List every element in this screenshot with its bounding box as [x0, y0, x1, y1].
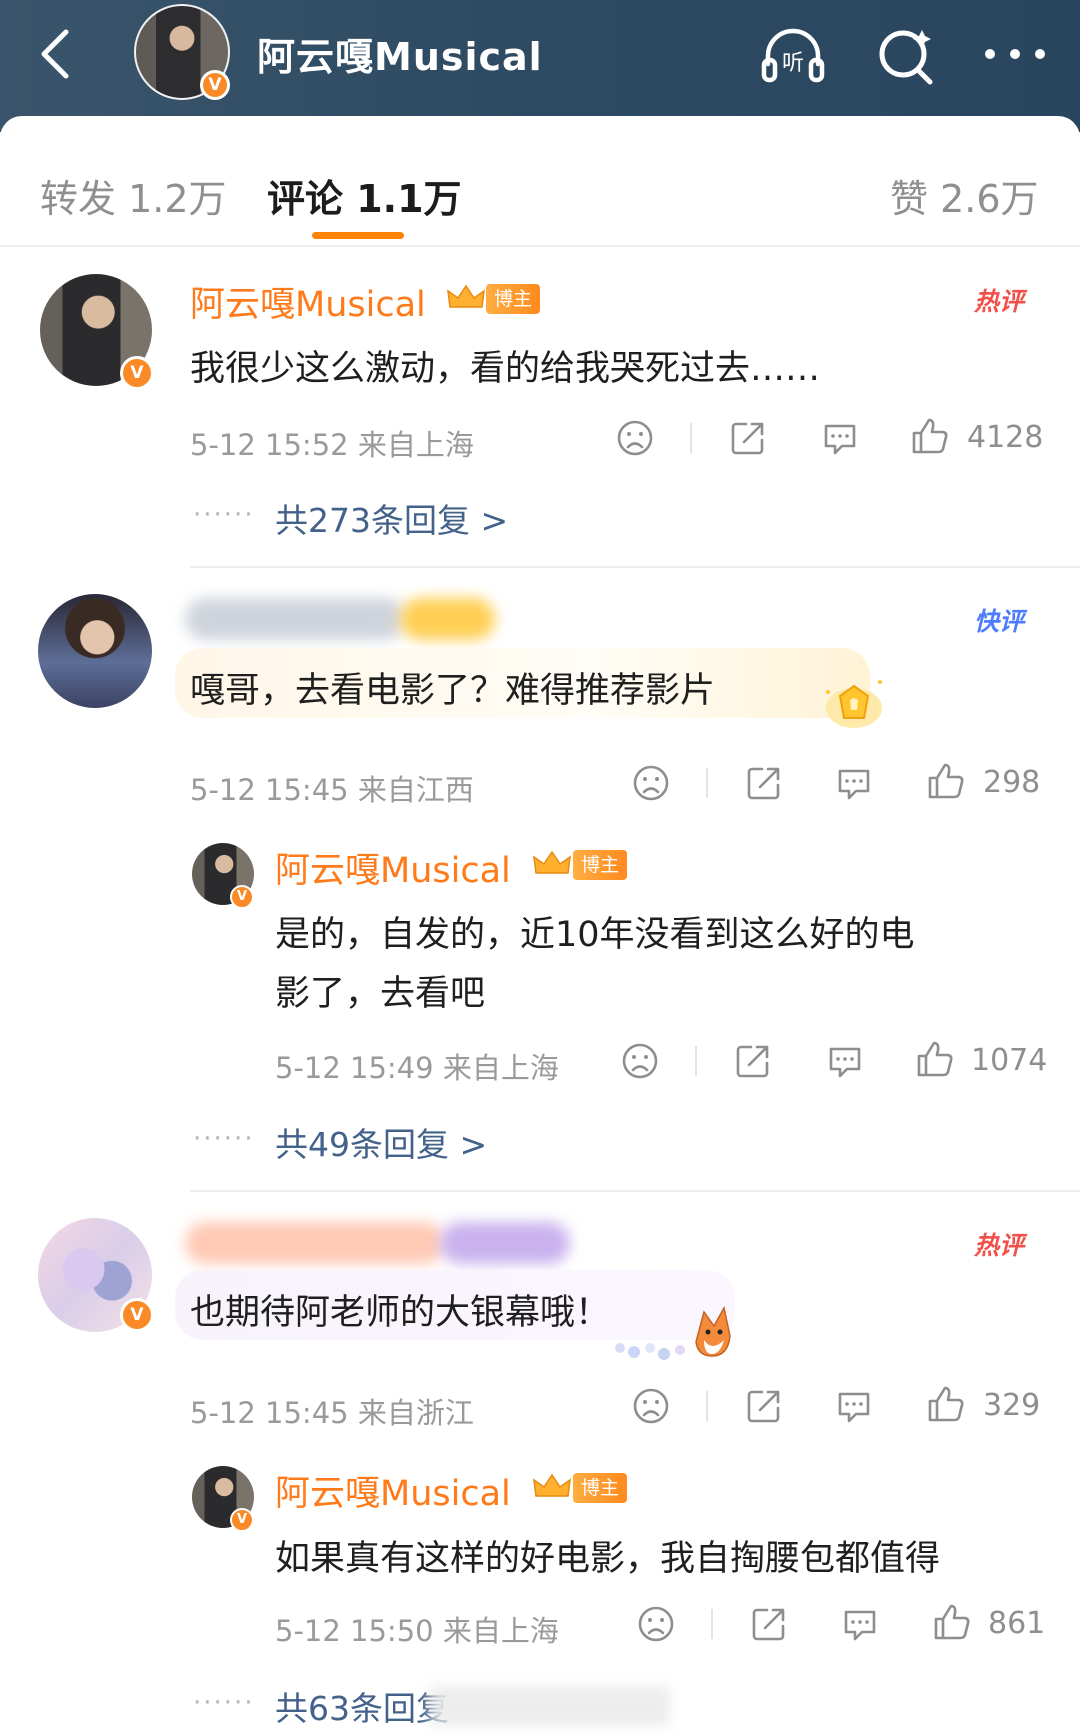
- crown-icon: [533, 850, 571, 874]
- comment-text: 我很少这么激动，看的给我哭死过去……: [190, 349, 821, 389]
- comment-divider: [190, 566, 1080, 568]
- thumbs-up-icon[interactable]: [915, 1039, 955, 1079]
- headphones-icon: 听: [761, 28, 825, 83]
- fast-comment-badge: 快评: [974, 607, 1025, 636]
- view-replies-link[interactable]: 共273条回复 >: [275, 494, 508, 542]
- comment-icon[interactable]: [825, 1041, 865, 1081]
- blurred-username[interactable]: [185, 1222, 445, 1264]
- reply-meta: 5-12 15:49 来自上海: [275, 1051, 559, 1085]
- like-count: 1074: [971, 1043, 1048, 1078]
- comment-author[interactable]: 阿云嘎Musical: [190, 276, 426, 327]
- more-dots-icon: [985, 49, 1045, 59]
- frown-icon[interactable]: [615, 418, 655, 458]
- verified-badge: V: [120, 356, 154, 390]
- like-count: 861: [988, 1606, 1046, 1641]
- share-icon[interactable]: [728, 418, 768, 458]
- comment-icon[interactable]: [834, 1386, 874, 1426]
- tab-reposts[interactable]: 转发 1.2万: [40, 168, 227, 223]
- frown-icon[interactable]: [636, 1604, 676, 1644]
- action-separator: [706, 768, 708, 798]
- frown-icon[interactable]: [631, 763, 671, 803]
- verified-badge: V: [230, 885, 254, 909]
- hot-comment-badge: 热评: [974, 1231, 1025, 1260]
- comment-divider: [190, 1190, 1080, 1192]
- view-replies-link[interactable]: 共63条回复: [275, 1682, 449, 1730]
- verified-badge: V: [230, 1508, 254, 1532]
- action-separator: [695, 1046, 697, 1076]
- reply-author[interactable]: 阿云嘎Musical: [275, 842, 511, 893]
- share-icon[interactable]: [744, 1386, 784, 1426]
- comment-meta: 5-12 15:52 来自上海: [190, 428, 474, 462]
- action-separator: [711, 1609, 713, 1639]
- thread-dots: ······: [193, 1124, 255, 1154]
- blurred-username[interactable]: [185, 598, 405, 640]
- svg-text:听: 听: [782, 51, 804, 76]
- listen-button[interactable]: 听: [758, 20, 828, 90]
- reply-author[interactable]: 阿云嘎Musical: [275, 1465, 511, 1516]
- thumbs-up-icon[interactable]: [926, 761, 966, 801]
- action-separator: [706, 1391, 708, 1421]
- comment-icon[interactable]: [840, 1604, 880, 1644]
- tab-comments[interactable]: 评论 1.1万: [267, 168, 462, 223]
- blurred-user-badge: [400, 598, 495, 640]
- view-replies-link[interactable]: 共49条回复 >: [275, 1118, 487, 1166]
- like-count: 4128: [967, 420, 1044, 455]
- like-count: 298: [983, 765, 1041, 800]
- author-tag: 博主: [486, 284, 541, 314]
- comment-icon[interactable]: [820, 418, 860, 458]
- comment-meta: 5-12 15:45 来自江西: [190, 773, 474, 807]
- thumbs-up-icon[interactable]: [926, 1384, 966, 1424]
- reply-text: 如果真有这样的好电影，我自掏腰包都值得: [275, 1539, 941, 1579]
- verified-badge: V: [200, 70, 230, 100]
- active-tab-indicator: [312, 232, 404, 239]
- reply-text: 是的，自发的，近10年没看到这么好的电: [275, 915, 915, 955]
- reply-meta: 5-12 15:50 来自上海: [275, 1614, 559, 1648]
- author-tag: 博主: [573, 1473, 628, 1503]
- fox-decoration-icon: [615, 1305, 731, 1360]
- search-button[interactable]: [872, 20, 942, 90]
- like-count: 329: [983, 1388, 1041, 1423]
- comment-text: 也期待阿老师的大银幕哦！: [190, 1293, 611, 1333]
- avatar[interactable]: [38, 594, 152, 708]
- page-title[interactable]: 阿云嘎Musical: [257, 26, 543, 81]
- frown-icon[interactable]: [620, 1041, 660, 1081]
- search-icon: [879, 30, 933, 85]
- more-button[interactable]: [980, 20, 1050, 90]
- verified-badge: V: [120, 1298, 154, 1332]
- gem-decoration-icon: [826, 680, 882, 728]
- thumbs-up-icon[interactable]: [910, 416, 950, 456]
- author-tag: 博主: [573, 850, 628, 880]
- action-separator: [690, 423, 692, 453]
- crown-icon: [533, 1473, 571, 1497]
- tab-likes[interactable]: 赞 2.6万: [890, 168, 1039, 223]
- hot-comment-badge: 热评: [974, 287, 1025, 316]
- thread-dots: ······: [193, 500, 255, 530]
- share-icon[interactable]: [749, 1604, 789, 1644]
- comment-icon[interactable]: [834, 763, 874, 803]
- blurred-user-badge: [440, 1222, 570, 1264]
- frown-icon[interactable]: [631, 1386, 671, 1426]
- watermark-overlay: [430, 1686, 670, 1726]
- share-icon[interactable]: [744, 763, 784, 803]
- crown-icon: [447, 284, 485, 308]
- thread-dots: ······: [193, 1688, 255, 1718]
- back-button[interactable]: [28, 22, 88, 86]
- reply-text: 影了，去看吧: [275, 974, 486, 1014]
- chevron-left-icon: [41, 29, 69, 79]
- comment-meta: 5-12 15:45 来自浙江: [190, 1396, 474, 1430]
- share-icon[interactable]: [733, 1041, 773, 1081]
- thumbs-up-icon[interactable]: [932, 1602, 972, 1642]
- comment-text: 嘎哥，去看电影了？难得推荐影片: [190, 671, 716, 711]
- tab-divider: [0, 245, 1080, 247]
